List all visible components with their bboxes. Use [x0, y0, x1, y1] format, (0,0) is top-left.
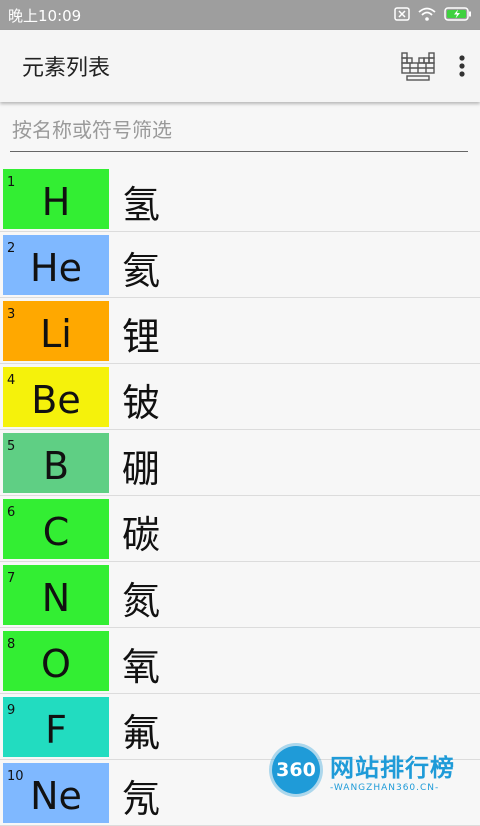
- element-name: 碳: [122, 513, 161, 557]
- status-time: 晚上10:09: [8, 6, 82, 25]
- element-name: 硼: [122, 447, 161, 491]
- element-row[interactable]: 3 Li 锂: [0, 298, 480, 364]
- element-name: 氮: [122, 579, 161, 623]
- watermark: 360 网站排行榜 -WANGZHAN360.CN-: [272, 740, 480, 800]
- element-symbol: N: [41, 576, 71, 620]
- element-tile: 7N: [3, 565, 109, 625]
- element-row[interactable]: 1H 氢: [0, 166, 480, 232]
- element-name: 氟: [122, 711, 161, 755]
- element-tile: 9F: [3, 697, 109, 757]
- element-symbol: Be: [31, 378, 81, 422]
- element-row[interactable]: 6C 碳: [0, 496, 480, 562]
- element-tile: 6C: [3, 499, 109, 559]
- element-symbol: Ne: [30, 774, 82, 818]
- watermark-logo: 360: [272, 746, 320, 794]
- element-symbol: C: [42, 510, 70, 554]
- element-symbol: F: [45, 708, 67, 752]
- element-name: 铍: [122, 381, 161, 425]
- element-symbol: O: [41, 642, 71, 686]
- watermark-title: 网站排行榜: [330, 753, 455, 782]
- element-tile: 1H: [3, 169, 109, 229]
- element-tile: 5B: [3, 433, 109, 493]
- element-row[interactable]: 4 Be 铍: [0, 364, 480, 430]
- element-row[interactable]: 5B 硼: [0, 430, 480, 496]
- element-tile: 3 Li: [3, 301, 109, 361]
- overflow-menu-button[interactable]: [458, 54, 466, 78]
- more-vert-icon: [459, 55, 465, 77]
- status-icons: [394, 6, 472, 25]
- element-symbol: Li: [40, 312, 72, 356]
- status-bar: 晚上10:09: [0, 0, 480, 30]
- element-tile: 10 Ne: [3, 763, 109, 823]
- element-row[interactable]: 2 He 氦: [0, 232, 480, 298]
- app-bar-actions: [400, 30, 466, 102]
- element-name: 氖: [122, 777, 161, 821]
- element-row[interactable]: 7N 氮: [0, 562, 480, 628]
- battery-charging-icon: [444, 6, 472, 25]
- element-name: 锂: [122, 315, 161, 359]
- element-tile: 2 He: [3, 235, 109, 295]
- element-name: 氧: [122, 645, 161, 689]
- notification-muted-icon: [394, 6, 410, 25]
- wifi-icon: [418, 6, 436, 25]
- page-title: 元素列表: [22, 56, 111, 81]
- table-view-button[interactable]: [400, 50, 436, 82]
- element-symbol: B: [42, 444, 70, 488]
- element-tile: 4 Be: [3, 367, 109, 427]
- element-name: 氢: [122, 183, 161, 227]
- app-bar: 元素列表: [0, 30, 480, 102]
- element-row[interactable]: 8O 氧: [0, 628, 480, 694]
- element-list: 1 H 氢 2 He 氦 3 Li 锂 4 Be 铍 5 B 硼 6 C 碳 7 N 氮 8 O 氧 9 F 氟 10 Ne 氖: [0, 166, 480, 826]
- watermark-url: -WANGZHAN360.CN-: [330, 782, 440, 793]
- filter-input[interactable]: [10, 116, 468, 143]
- element-tile: 8O: [3, 631, 109, 691]
- element-symbol: H: [41, 180, 71, 224]
- element-symbol: He: [30, 246, 82, 290]
- element-name: 氦: [122, 249, 161, 293]
- filter-field: [10, 108, 468, 152]
- periodic-table-icon: [401, 52, 435, 81]
